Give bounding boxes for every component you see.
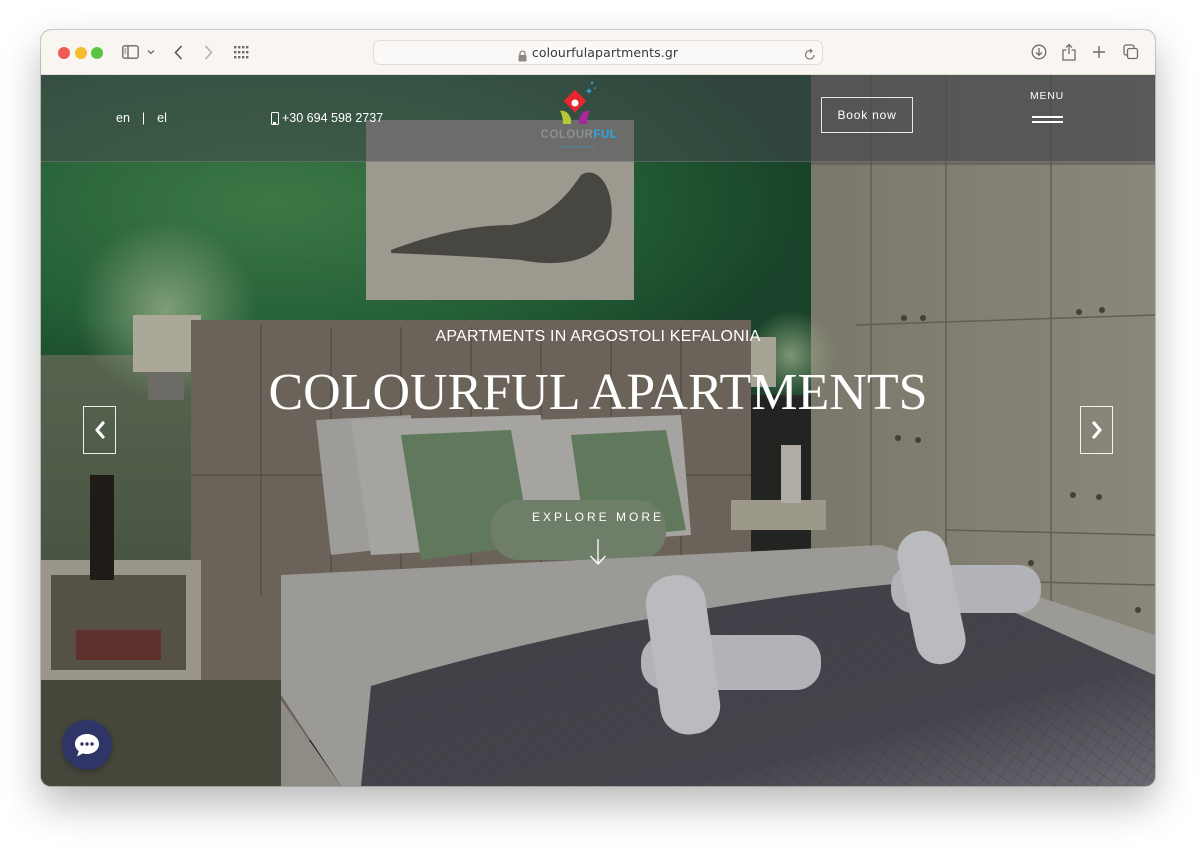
hero-title: COLOURFUL APARTMENTS: [268, 364, 928, 421]
logo-tagline: apartments: [561, 144, 597, 149]
explore-more-link[interactable]: EXPLORE MORE: [41, 510, 1155, 524]
lock-icon: [518, 47, 527, 61]
language-switcher: en | el: [116, 111, 167, 125]
arrow-down-icon[interactable]: [589, 538, 607, 566]
site-header: en | el +30 694 598 2737 COLOURFUL apart…: [41, 75, 1155, 162]
slider-prev-button[interactable]: [83, 406, 116, 454]
zoom-window-button[interactable]: [91, 47, 103, 59]
hero-subtitle: APARTMENTS IN ARGOSTOLI KEFALONIA: [435, 328, 761, 345]
browser-toolbar: colourfulapartments.gr: [41, 30, 1155, 75]
browser-window: colourfulapartments.gr en | el +30 694 5…: [41, 30, 1155, 786]
share-icon[interactable]: [1062, 42, 1076, 62]
sidebar-icon[interactable]: [122, 42, 139, 62]
chat-bubble-icon: [75, 734, 99, 757]
book-now-button[interactable]: Book now: [821, 97, 913, 133]
chevron-right-icon[interactable]: [204, 42, 213, 62]
download-icon[interactable]: [1031, 42, 1047, 62]
hamburger-icon: [1031, 116, 1063, 123]
menu-label: MENU: [1029, 90, 1065, 102]
grid-icon[interactable]: [234, 42, 249, 62]
minimize-window-button[interactable]: [75, 47, 87, 59]
slider-next-button[interactable]: [1080, 406, 1113, 454]
url-text: colourfulapartments.gr: [531, 45, 679, 60]
address-bar[interactable]: colourfulapartments.gr: [373, 40, 823, 65]
close-window-button[interactable]: [58, 47, 70, 59]
reload-icon[interactable]: [804, 46, 816, 65]
menu-button[interactable]: MENU: [1025, 90, 1069, 123]
mobile-phone-icon: [271, 111, 279, 125]
site-logo[interactable]: COLOURFUL apartments: [539, 79, 619, 159]
phone-number: +30 694 598 2737: [282, 111, 384, 125]
chevron-left-icon: [94, 421, 105, 439]
logo-house-icon: [560, 81, 596, 124]
plus-icon[interactable]: [1092, 42, 1106, 62]
language-separator: |: [141, 111, 146, 125]
hero-section: en | el +30 694 598 2737 COLOURFUL apart…: [41, 75, 1155, 786]
chat-widget-button[interactable]: [62, 720, 112, 770]
logo-wordmark: COLOURFUL: [540, 129, 618, 141]
hero-background-image: [41, 75, 1155, 786]
phone-link[interactable]: +30 694 598 2737: [271, 111, 383, 125]
language-el-link[interactable]: el: [157, 111, 167, 125]
language-en-link[interactable]: en: [116, 111, 130, 125]
chevron-down-icon[interactable]: [147, 42, 155, 62]
chevron-left-icon[interactable]: [174, 42, 183, 62]
chevron-right-icon: [1091, 421, 1102, 439]
tabs-icon[interactable]: [1123, 42, 1139, 62]
